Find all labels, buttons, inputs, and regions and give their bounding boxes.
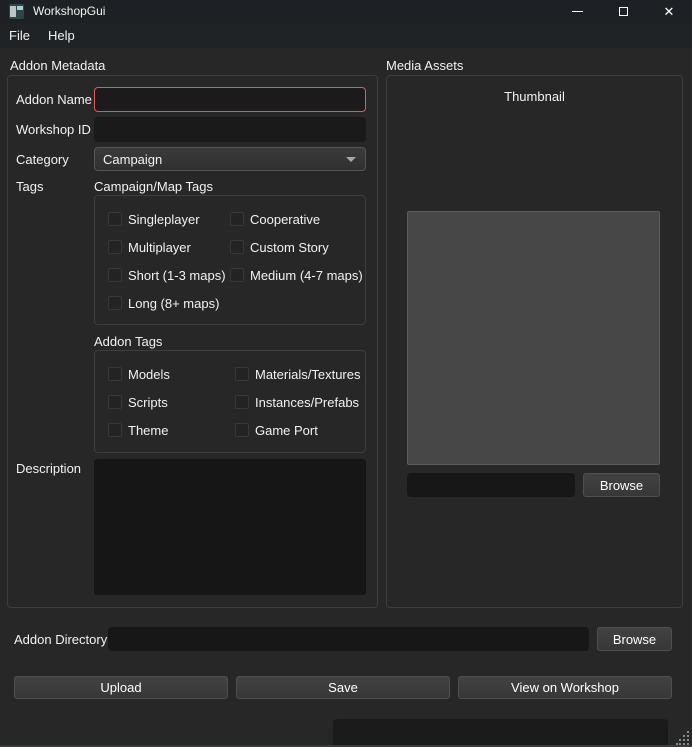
checkbox-label: Long (8+ maps) xyxy=(128,296,219,311)
checkbox-label: Models xyxy=(128,367,170,382)
checkbox-item[interactable]: Medium (4-7 maps) xyxy=(230,268,363,282)
checkbox-label: Multiplayer xyxy=(128,240,191,255)
checkbox-box[interactable] xyxy=(230,268,244,282)
description-label: Description xyxy=(16,461,81,476)
checkbox-box[interactable] xyxy=(108,212,122,226)
checkbox-box[interactable] xyxy=(230,212,244,226)
thumbnail-path-input[interactable] xyxy=(407,473,575,497)
window-title: WorkshopGui xyxy=(33,4,105,18)
checkbox-item[interactable]: Scripts xyxy=(108,395,235,409)
checkbox-label: Theme xyxy=(128,423,168,438)
menu-bar: File Help xyxy=(0,23,692,48)
checkbox-box[interactable] xyxy=(108,423,122,437)
checkbox-box[interactable] xyxy=(108,240,122,254)
checkbox-item[interactable]: Singleplayer xyxy=(108,212,230,226)
checkbox-label: Medium (4-7 maps) xyxy=(250,268,363,283)
checkbox-label: Singleplayer xyxy=(128,212,200,227)
status-input[interactable] xyxy=(333,719,668,747)
maximize-icon xyxy=(619,7,628,16)
checkbox-label: Instances/Prefabs xyxy=(255,395,359,410)
checkbox-item[interactable]: Instances/Prefabs xyxy=(235,395,360,409)
addon-name-input[interactable] xyxy=(94,87,366,112)
checkbox-item[interactable]: Models xyxy=(108,367,235,381)
category-label: Category xyxy=(16,152,69,167)
thumbnail-preview xyxy=(407,211,660,465)
checkbox-label: Cooperative xyxy=(250,212,320,227)
close-icon: ✕ xyxy=(664,5,675,18)
maximize-button[interactable] xyxy=(600,0,646,23)
addon-tags-title: Addon Tags xyxy=(94,334,162,349)
addon-tags-checkbox-grid: Models Materials/Textures Scripts Instances… xyxy=(108,367,358,437)
checkbox-item[interactable]: Theme xyxy=(108,423,235,437)
checkbox-label: Custom Story xyxy=(250,240,329,255)
upload-button[interactable]: Upload xyxy=(14,676,228,699)
workshop-id-input[interactable] xyxy=(94,117,366,142)
menu-file[interactable]: File xyxy=(0,23,39,48)
app-window: WorkshopGui ✕ File Help Addon Metadata A… xyxy=(0,0,692,747)
chevron-down-icon xyxy=(346,157,356,162)
checkbox-box[interactable] xyxy=(108,296,122,310)
addon-metadata-section-title: Addon Metadata xyxy=(10,58,105,73)
addon-directory-browse-button[interactable]: Browse xyxy=(597,627,672,651)
category-selected-value: Campaign xyxy=(103,152,162,167)
addon-directory-input[interactable] xyxy=(108,627,589,651)
checkbox-label: Game Port xyxy=(255,423,318,438)
addon-directory-label: Addon Directory xyxy=(14,632,107,647)
category-select[interactable]: Campaign xyxy=(94,147,366,171)
minimize-icon xyxy=(572,11,583,12)
workshop-id-label: Workshop ID xyxy=(16,122,91,137)
checkbox-item[interactable]: Long (8+ maps) xyxy=(108,296,230,310)
media-assets-section-title: Media Assets xyxy=(386,58,463,73)
view-on-workshop-button[interactable]: View on Workshop xyxy=(458,676,672,699)
addon-name-label: Addon Name xyxy=(16,92,92,107)
close-button[interactable]: ✕ xyxy=(646,0,692,23)
checkbox-box[interactable] xyxy=(235,367,249,381)
tags-label: Tags xyxy=(16,179,43,194)
checkbox-item[interactable]: Cooperative xyxy=(230,212,363,226)
checkbox-label: Short (1-3 maps) xyxy=(128,268,226,283)
checkbox-box[interactable] xyxy=(235,423,249,437)
campaign-tags-title: Campaign/Map Tags xyxy=(94,179,213,194)
thumbnail-label: Thumbnail xyxy=(386,89,683,104)
checkbox-item[interactable]: Short (1-3 maps) xyxy=(108,268,230,282)
thumbnail-browse-button[interactable]: Browse xyxy=(583,473,660,497)
minimize-button[interactable] xyxy=(554,0,600,23)
checkbox-box[interactable] xyxy=(108,395,122,409)
checkbox-box[interactable] xyxy=(235,395,249,409)
checkbox-item[interactable]: Custom Story xyxy=(230,240,363,254)
checkbox-box[interactable] xyxy=(108,268,122,282)
checkbox-item[interactable]: Multiplayer xyxy=(108,240,230,254)
checkbox-item[interactable]: Game Port xyxy=(235,423,360,437)
campaign-tags-checkbox-grid: Singleplayer Cooperative Multiplayer Custom… xyxy=(108,212,358,310)
save-button[interactable]: Save xyxy=(236,676,450,699)
app-icon xyxy=(9,4,24,19)
checkbox-label: Materials/Textures xyxy=(255,367,360,382)
checkbox-label: Scripts xyxy=(128,395,168,410)
title-bar: WorkshopGui ✕ xyxy=(0,0,692,23)
checkbox-box[interactable] xyxy=(230,240,244,254)
checkbox-box[interactable] xyxy=(108,367,122,381)
description-textarea[interactable] xyxy=(94,459,366,595)
resize-grip[interactable] xyxy=(676,731,690,745)
menu-help[interactable]: Help xyxy=(39,23,84,48)
checkbox-item[interactable]: Materials/Textures xyxy=(235,367,360,381)
